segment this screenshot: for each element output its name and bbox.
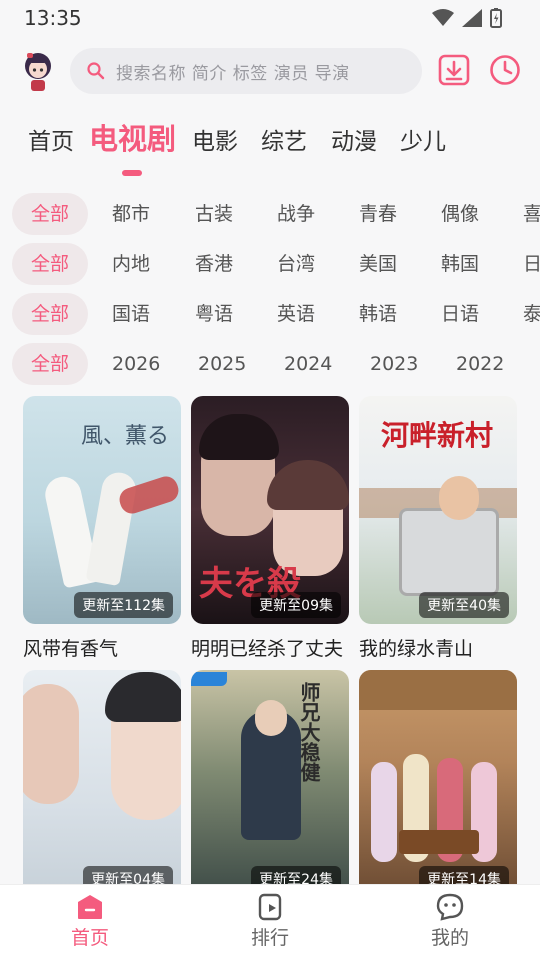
tab-anime[interactable]: 动漫 <box>331 122 377 156</box>
filter-chip[interactable]: 古装 <box>195 193 233 235</box>
filter-chip[interactable]: 韩语 <box>359 293 397 335</box>
filter-chip[interactable]: 美国 <box>359 243 397 285</box>
show-card[interactable]: 更新至14集 <box>359 670 517 884</box>
search-icon <box>87 62 105 80</box>
battery-icon <box>490 8 502 28</box>
nav-ranking[interactable]: 排行 <box>220 893 320 950</box>
nav-profile-label: 我的 <box>430 927 469 949</box>
poster-image: 更新至14集 <box>359 670 517 884</box>
nav-home[interactable]: 首页 <box>40 893 140 950</box>
poster-grid: 風、薫る 更新至112集 风带有香气 夫を殺 更新至09集 明明已经杀了丈夫 河… <box>0 394 540 884</box>
nav-profile[interactable]: 我的 <box>400 893 500 950</box>
profile-icon <box>436 893 464 921</box>
episode-badge: 更新至24集 <box>251 866 341 884</box>
history-icon[interactable] <box>489 54 521 86</box>
category-tabs: 首页 电视剧 电影 综艺 动漫 少儿 <box>0 112 540 182</box>
poster-title-text: 师兄大稳健 <box>297 682 321 782</box>
show-title: 我的绿水青山 <box>359 638 474 660</box>
poster-image: 風、薫る 更新至112集 <box>23 396 181 624</box>
filter-chip[interactable]: 全部 <box>12 293 88 335</box>
filter-chip[interactable]: 内地 <box>112 243 150 285</box>
show-card[interactable]: 更新至04集 <box>23 670 181 884</box>
filter-chip[interactable]: 偶像 <box>441 193 479 235</box>
filter-chip[interactable]: 英语 <box>277 293 315 335</box>
filter-chip[interactable]: 2023 <box>370 343 418 385</box>
filter-chip[interactable]: 都市 <box>112 193 150 235</box>
tab-tv-series[interactable]: 电视剧 <box>89 116 176 158</box>
episode-badge: 更新至40集 <box>419 592 509 618</box>
show-title: 明明已经杀了丈夫 <box>191 638 344 660</box>
episode-badge: 更新至04集 <box>83 866 173 884</box>
tab-home[interactable]: 首页 <box>28 122 74 156</box>
filter-chip[interactable]: 全部 <box>12 343 88 385</box>
filter-chip[interactable]: 韩国 <box>441 243 479 285</box>
filter-chip[interactable]: 日 <box>523 243 540 285</box>
download-icon[interactable] <box>438 54 470 86</box>
home-icon <box>78 895 102 919</box>
episode-badge: 更新至112集 <box>74 592 173 618</box>
filter-chip[interactable]: 全部 <box>12 193 88 235</box>
show-card[interactable]: 夫を殺 更新至09集 明明已经杀了丈夫 <box>191 396 349 661</box>
filter-chip[interactable]: 泰 <box>523 293 540 335</box>
poster-image: 河畔新村 更新至40集 <box>359 396 517 624</box>
search-placeholder: 搜索名称 简介 标签 演员 导演 <box>116 63 350 84</box>
filter-chip[interactable]: 粤语 <box>195 293 233 335</box>
bottom-nav: 首页 排行 我的 <box>0 884 540 960</box>
tab-indicator <box>122 170 142 176</box>
ranking-icon <box>258 893 282 921</box>
filter-chip[interactable]: 台湾 <box>277 243 315 285</box>
filter-chip[interactable]: 香港 <box>195 243 233 285</box>
episode-badge: 更新至14集 <box>419 866 509 884</box>
filter-chip[interactable]: 战争 <box>277 193 315 235</box>
filter-chip[interactable]: 日语 <box>441 293 479 335</box>
status-icons <box>432 8 502 28</box>
poster-title-text: 河畔新村 <box>381 419 494 452</box>
tab-variety[interactable]: 综艺 <box>261 122 307 156</box>
filter-chip[interactable]: 2024 <box>284 343 332 385</box>
filter-chip[interactable]: 国语 <box>112 293 150 335</box>
nav-ranking-label: 排行 <box>250 927 289 949</box>
show-card[interactable]: 風、薫る 更新至112集 风带有香气 <box>23 396 181 661</box>
tab-kids[interactable]: 少儿 <box>400 122 446 156</box>
filter-chip[interactable]: 青春 <box>359 193 397 235</box>
poster-image: 夫を殺 更新至09集 <box>191 396 349 624</box>
poster-image: 师兄大稳健 更新至24集 <box>191 670 349 884</box>
header: 搜索名称 简介 标签 演员 导演 <box>0 44 540 100</box>
filter-chip[interactable]: 全部 <box>12 243 88 285</box>
show-card[interactable]: 河畔新村 更新至40集 我的绿水青山 <box>359 396 517 661</box>
filter-chip[interactable]: 2025 <box>198 343 246 385</box>
status-bar: 13:35 <box>0 0 540 36</box>
search-bar[interactable]: 搜索名称 简介 标签 演员 导演 <box>70 48 422 94</box>
wifi-icon <box>432 9 454 26</box>
poster-title-text: 風、薫る <box>81 424 170 449</box>
filter-row-region: 全部 内地 香港 台湾 美国 韩国 日 <box>0 243 540 285</box>
filter-row-year: 全部 2026 2025 2024 2023 2022 <box>0 343 540 385</box>
show-card[interactable]: 师兄大稳健 更新至24集 <box>191 670 349 884</box>
poster-image: 更新至04集 <box>23 670 181 884</box>
show-title: 风带有香气 <box>23 638 119 660</box>
status-time: 13:35 <box>24 6 82 30</box>
filter-chip[interactable]: 喜 <box>523 193 540 235</box>
nav-home-label: 首页 <box>70 927 109 949</box>
filter-chip[interactable]: 2022 <box>456 343 504 385</box>
filter-row-language: 全部 国语 粤语 英语 韩语 日语 泰 <box>0 293 540 335</box>
tab-movies[interactable]: 电影 <box>192 122 238 156</box>
avatar[interactable] <box>18 50 58 94</box>
signal-icon <box>462 9 482 27</box>
filter-chip[interactable]: 2026 <box>112 343 160 385</box>
episode-badge: 更新至09集 <box>251 592 341 618</box>
filter-row-genre: 全部 都市 古装 战争 青春 偶像 喜 <box>0 193 540 235</box>
